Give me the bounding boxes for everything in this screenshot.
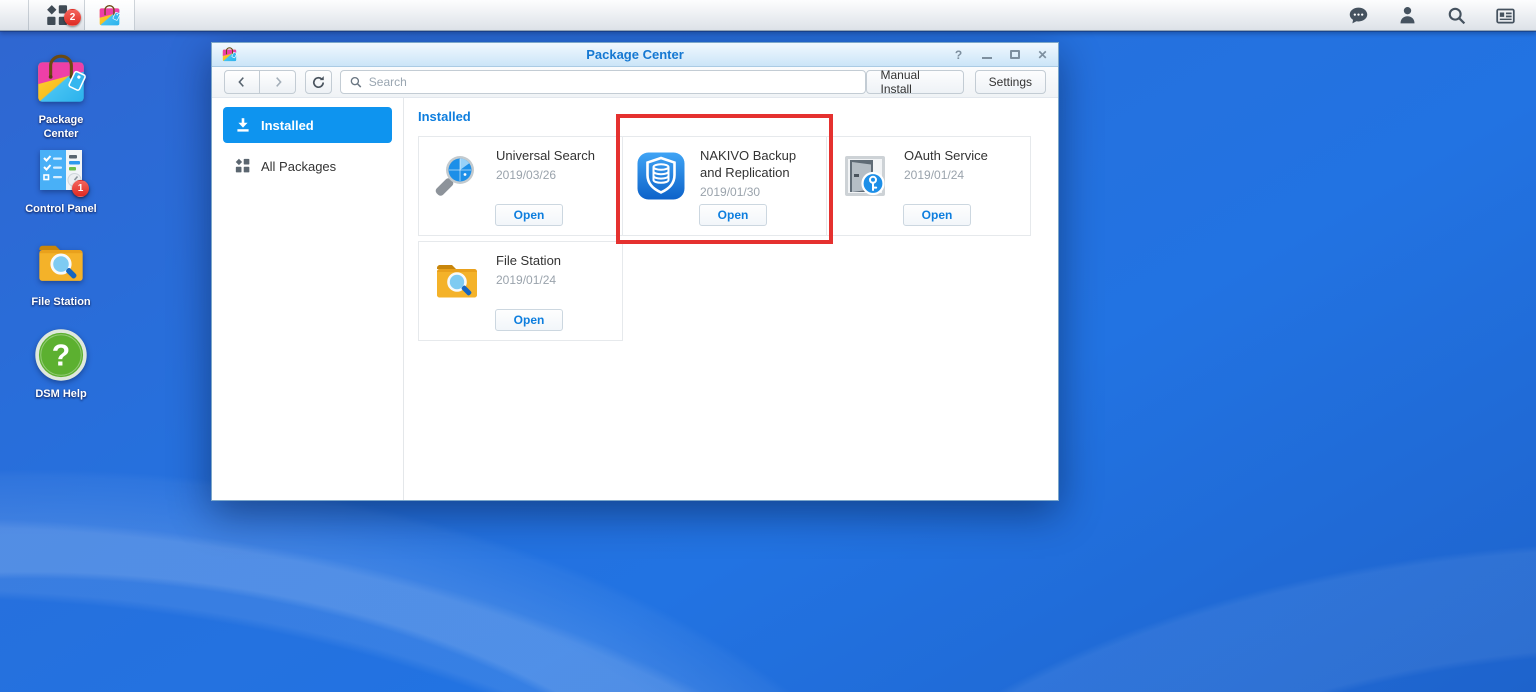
package-name: Universal Search xyxy=(496,148,612,165)
window-titlebar[interactable]: Package Center xyxy=(212,43,1058,67)
package-name: OAuth Service xyxy=(904,148,1020,165)
manual-install-button[interactable]: Manual Install xyxy=(866,70,963,94)
desktop-icon-label: Control Panel xyxy=(14,202,108,216)
taskbar: 2 xyxy=(0,0,1536,31)
close-icon[interactable] xyxy=(1036,48,1049,62)
sidebar-item-label: Installed xyxy=(261,118,314,133)
refresh-button[interactable] xyxy=(305,70,332,94)
taskbar-app-package-center[interactable] xyxy=(85,0,135,30)
package-card-oauth-service[interactable]: OAuth Service 2019/01/24 Open xyxy=(826,136,1031,236)
package-row-1: Universal Search 2019/03/26 Open xyxy=(418,136,1044,236)
file-station-icon xyxy=(32,236,90,290)
package-center-icon xyxy=(32,50,90,108)
window-toolbar: Manual Install Settings xyxy=(212,67,1058,98)
chevron-left-icon xyxy=(235,75,249,89)
package-center-window: Package Center Manual Install Settings xyxy=(211,42,1059,501)
help-icon[interactable] xyxy=(952,48,965,62)
sidebar-item-installed[interactable]: Installed xyxy=(223,107,392,143)
section-title: Installed xyxy=(418,109,1044,124)
toolbar-right: Manual Install Settings xyxy=(866,70,1046,94)
window-body: Installed All Packages Installed xyxy=(212,98,1058,500)
window-title: Package Center xyxy=(212,47,1058,62)
package-list-panel: Installed xyxy=(404,98,1058,500)
package-card-universal-search[interactable]: Universal Search 2019/03/26 Open xyxy=(418,136,623,236)
widgets-icon[interactable] xyxy=(1495,5,1516,26)
search-box[interactable] xyxy=(340,70,866,94)
back-button[interactable] xyxy=(224,70,260,94)
window-controls xyxy=(952,48,1049,62)
package-date: 2019/01/30 xyxy=(700,185,816,199)
taskbar-right xyxy=(1348,0,1536,30)
sidebar-item-all-packages[interactable]: All Packages xyxy=(223,151,392,181)
package-date: 2019/01/24 xyxy=(496,273,612,287)
search-icon xyxy=(349,75,362,89)
svg-text:?: ? xyxy=(52,339,70,372)
universal-search-icon xyxy=(432,151,482,201)
forward-button[interactable] xyxy=(260,70,296,94)
chevron-right-icon xyxy=(271,75,285,89)
chat-icon[interactable] xyxy=(1348,5,1369,26)
package-name: File Station xyxy=(496,253,612,270)
download-icon xyxy=(235,117,251,133)
maximize-icon[interactable] xyxy=(1008,48,1021,62)
desktop-icon-label: Package Center xyxy=(14,113,108,142)
open-button[interactable]: Open xyxy=(495,204,563,226)
dsm-help-icon: ? xyxy=(34,328,88,382)
settings-button[interactable]: Settings xyxy=(975,70,1046,94)
open-button[interactable]: Open xyxy=(495,309,563,331)
minimize-icon[interactable] xyxy=(980,48,993,62)
open-button[interactable]: Open xyxy=(699,204,767,226)
package-name: NAKIVO Backup and Replication xyxy=(700,148,816,182)
desktop-icon-control-panel[interactable]: 1 Control Panel xyxy=(14,143,108,216)
file-station-icon xyxy=(432,256,482,306)
sidebar: Installed All Packages xyxy=(212,98,404,500)
refresh-icon xyxy=(311,75,326,90)
desktop-icon-dsm-help[interactable]: ? DSM Help xyxy=(14,328,108,401)
nakivo-backup-icon xyxy=(636,151,686,201)
search-icon[interactable] xyxy=(1446,5,1467,26)
taskbar-left: 2 xyxy=(28,0,135,30)
desktop-icon-package-center[interactable]: Package Center xyxy=(14,50,108,142)
package-date: 2019/01/24 xyxy=(904,168,1020,182)
notification-badge: 1 xyxy=(72,180,89,197)
package-date: 2019/03/26 xyxy=(496,168,612,182)
package-row-2: File Station 2019/01/24 Open xyxy=(418,241,1044,341)
grid-icon xyxy=(235,158,251,174)
package-card-nakivo-backup[interactable]: NAKIVO Backup and Replication 2019/01/30… xyxy=(622,136,827,236)
user-icon[interactable] xyxy=(1397,5,1418,26)
main-menu-button[interactable]: 2 xyxy=(29,0,85,30)
notification-badge: 2 xyxy=(64,9,81,26)
oauth-service-icon xyxy=(840,151,890,201)
package-card-file-station[interactable]: File Station 2019/01/24 Open xyxy=(418,241,623,341)
desktop-icon-label: File Station xyxy=(14,295,108,309)
sidebar-item-label: All Packages xyxy=(261,159,336,174)
desktop-icon-label: DSM Help xyxy=(14,387,108,401)
control-panel-icon: 1 xyxy=(33,143,89,197)
search-input[interactable] xyxy=(369,75,858,89)
desktop-icon-file-station[interactable]: File Station xyxy=(14,236,108,309)
package-center-app-icon xyxy=(97,3,122,28)
open-button[interactable]: Open xyxy=(903,204,971,226)
nav-button-group xyxy=(224,70,296,94)
window-app-icon xyxy=(221,46,238,63)
